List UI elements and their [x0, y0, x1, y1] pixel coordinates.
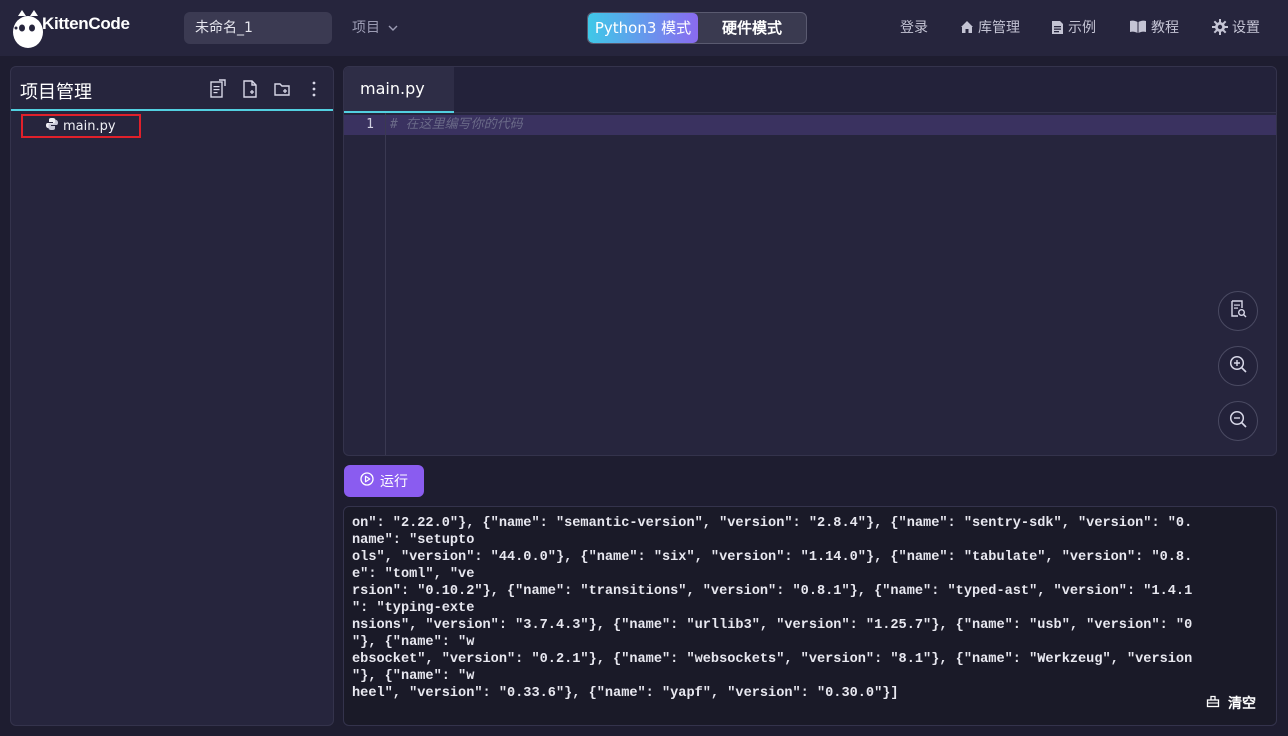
settings-button[interactable]: 设置	[1212, 17, 1260, 37]
code-editor: main.py 1 # 在这里编写你的代码	[343, 66, 1277, 456]
console-line: "}, {"name": "w	[352, 635, 475, 650]
line-number: 1	[366, 117, 374, 132]
project-panel: 项目管理 main.py	[10, 66, 334, 726]
clear-console-button[interactable]: 清空	[1206, 693, 1256, 713]
console-output: on": "2.22.0"}, {"name": "semantic-versi…	[352, 515, 1272, 702]
file-item-main-py[interactable]: main.py	[21, 114, 141, 138]
hardware-mode-button[interactable]: 硬件模式	[698, 13, 806, 43]
console-line: nsions", "version": "3.7.4.3"}, {"name":…	[352, 618, 1193, 633]
run-button[interactable]: 运行	[344, 465, 424, 497]
settings-label: 设置	[1232, 20, 1260, 36]
clear-label: 清空	[1228, 696, 1256, 712]
python-mode-button[interactable]: Python3 模式	[588, 13, 698, 43]
search-file-button[interactable]	[1218, 291, 1258, 331]
zoom-out-icon	[1229, 410, 1247, 432]
tutorial-button[interactable]: 教程	[1129, 17, 1179, 37]
console-line: heel", "version": "0.33.6"}, {"name": "y…	[352, 686, 899, 701]
logo-text: KittenCode	[42, 14, 130, 33]
new-file-icon[interactable]	[241, 79, 259, 99]
library-label: 库管理	[978, 20, 1020, 36]
console-line: ols", "version": "44.0.0"}, {"name": "si…	[352, 550, 1193, 565]
document-icon	[1051, 20, 1064, 35]
new-folder-icon[interactable]	[273, 79, 291, 99]
code-line[interactable]: # 在这里编写你的代码	[390, 115, 523, 135]
login-label: 登录	[900, 20, 928, 36]
run-label: 运行	[380, 474, 408, 490]
project-panel-actions	[209, 79, 323, 99]
tutorial-label: 教程	[1151, 20, 1179, 36]
gear-icon	[1212, 19, 1228, 35]
project-panel-header: 项目管理	[11, 67, 333, 111]
chevron-down-icon	[388, 19, 398, 35]
login-link[interactable]: 登录	[900, 17, 928, 37]
mode-switch: Python3 模式 硬件模式	[587, 12, 807, 44]
book-icon	[1129, 20, 1147, 34]
more-vertical-icon[interactable]	[305, 79, 323, 99]
console-line: on": "2.22.0"}, {"name": "semantic-versi…	[352, 516, 1193, 531]
tab-main-py[interactable]: main.py	[344, 67, 454, 113]
examples-button[interactable]: 示例	[1051, 17, 1096, 37]
home-icon	[960, 20, 974, 34]
console-line: e": "toml", "ve	[352, 567, 475, 582]
trash-icon	[1206, 694, 1220, 712]
project-menu-label: 项目	[352, 20, 380, 36]
line-number-gutter	[344, 113, 386, 455]
project-name-input[interactable]: 未命名_1	[184, 12, 332, 44]
play-circle-icon	[360, 472, 374, 490]
examples-label: 示例	[1068, 20, 1096, 36]
editor-tab-bar: main.py	[344, 67, 1276, 113]
python-icon	[45, 117, 59, 135]
top-bar: KittenCode 未命名_1 项目 Python3 模式 硬件模式 登录 库…	[0, 0, 1288, 56]
library-button[interactable]: 库管理	[960, 17, 1020, 37]
zoom-in-icon	[1229, 355, 1247, 377]
console-line: rsion": "0.10.2"}, {"name": "transitions…	[352, 584, 1193, 599]
project-panel-title: 项目管理	[20, 82, 92, 103]
zoom-in-button[interactable]	[1218, 346, 1258, 386]
logo[interactable]: KittenCode	[10, 6, 130, 50]
console-line: "}, {"name": "w	[352, 669, 475, 684]
console-line: ": "typing-exte	[352, 601, 475, 616]
zoom-out-button[interactable]	[1218, 401, 1258, 441]
console-line: name": "setupto	[352, 533, 475, 548]
new-note-icon[interactable]	[209, 79, 227, 99]
search-file-icon	[1229, 300, 1247, 322]
kitten-logo-icon	[10, 6, 46, 50]
file-name: main.py	[63, 118, 116, 134]
output-console[interactable]: on": "2.22.0"}, {"name": "semantic-versi…	[343, 506, 1277, 726]
console-line: ebsocket", "version": "0.2.1"}, {"name":…	[352, 652, 1193, 667]
project-menu[interactable]: 项目	[352, 17, 398, 37]
